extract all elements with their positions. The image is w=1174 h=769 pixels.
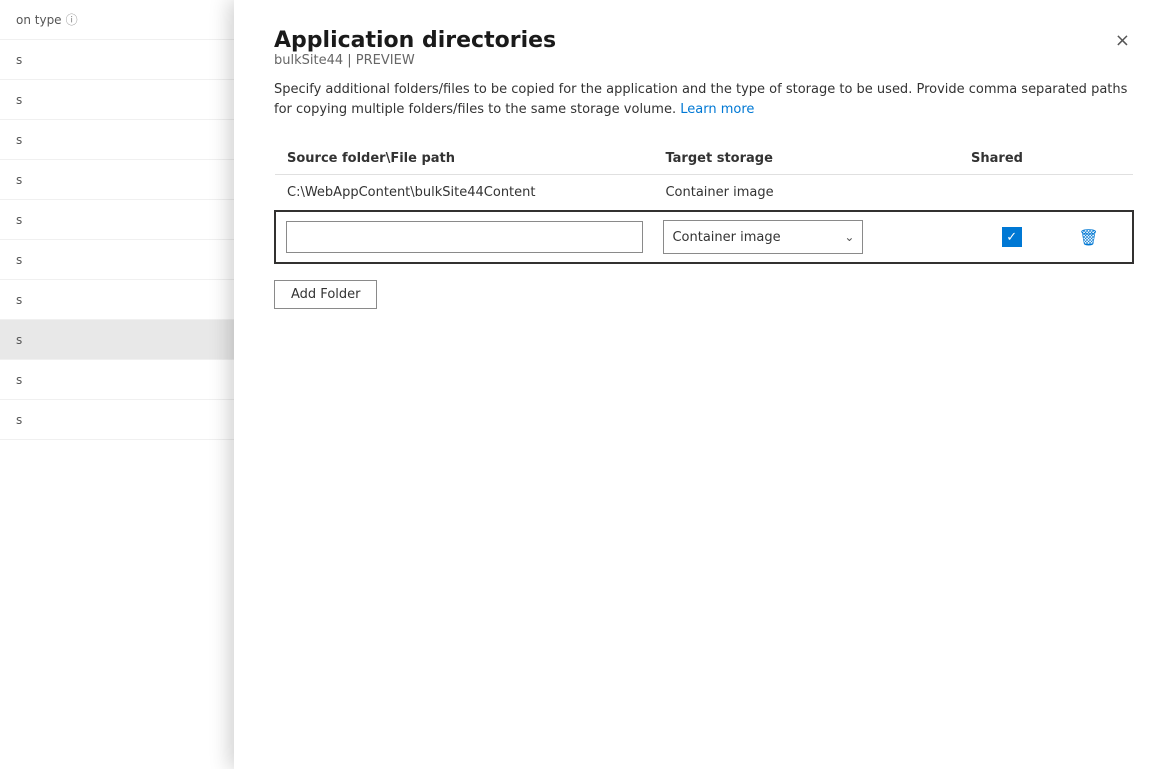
- existing-target-storage: Container image: [653, 175, 959, 212]
- edit-delete-cell: 🗑: [1064, 211, 1133, 263]
- edit-source-cell: [275, 211, 653, 263]
- col-target: Target storage: [653, 143, 959, 175]
- sidebar-item-4[interactable]: s: [0, 160, 234, 200]
- modal-description: Specify additional folders/files to be c…: [274, 80, 1134, 119]
- delete-row-button[interactable]: 🗑: [1074, 224, 1102, 251]
- sidebar-item-8-active[interactable]: s: [0, 320, 234, 360]
- sidebar-item-2[interactable]: s: [0, 80, 234, 120]
- existing-source-path: C:\WebAppContent\bulkSite44Content: [275, 175, 653, 212]
- sidebar: on type ⓘ s s s s s s s s s s: [0, 0, 235, 769]
- edit-shared-cell: [959, 211, 1064, 263]
- target-storage-select[interactable]: Container image Azure Files Azure Blob: [664, 221, 862, 253]
- preview-badge: PREVIEW: [356, 53, 415, 68]
- learn-more-link[interactable]: Learn more: [680, 102, 754, 117]
- source-path-input[interactable]: [286, 221, 643, 253]
- table-header: Source folder\File path Target storage S…: [275, 143, 1133, 175]
- edit-target-cell: Container image Azure Files Azure Blob ⌄: [653, 211, 959, 263]
- col-source: Source folder\File path: [275, 143, 653, 175]
- sidebar-type-label: on type: [16, 13, 62, 27]
- table-header-row: Source folder\File path Target storage S…: [275, 143, 1133, 175]
- col-shared: Shared: [959, 143, 1064, 175]
- add-folder-button[interactable]: Add Folder: [274, 280, 377, 309]
- site-name: bulkSite44: [274, 53, 343, 68]
- modal-panel: Application directories bulkSite44 | PRE…: [234, 0, 1174, 769]
- existing-row-actions: [1064, 175, 1133, 212]
- sidebar-item-7[interactable]: s: [0, 280, 234, 320]
- sidebar-item-3[interactable]: s: [0, 120, 234, 160]
- target-storage-wrapper: Container image Azure Files Azure Blob ⌄: [663, 220, 863, 254]
- modal-header: Application directories bulkSite44 | PRE…: [274, 28, 1134, 74]
- modal-title-group: Application directories bulkSite44 | PRE…: [274, 28, 556, 74]
- shared-checkbox[interactable]: [1002, 227, 1022, 247]
- info-icon: ⓘ: [66, 11, 78, 28]
- sidebar-item-5[interactable]: s: [0, 200, 234, 240]
- close-button[interactable]: ×: [1111, 28, 1134, 54]
- sidebar-item-9[interactable]: s: [0, 360, 234, 400]
- sidebar-item-6[interactable]: s: [0, 240, 234, 280]
- directories-table: Source folder\File path Target storage S…: [274, 143, 1134, 264]
- sidebar-type-header: on type ⓘ: [0, 0, 234, 40]
- sidebar-item-10[interactable]: s: [0, 400, 234, 440]
- table-row: C:\WebAppContent\bulkSite44Content Conta…: [275, 175, 1133, 212]
- col-actions: [1064, 143, 1133, 175]
- modal-title: Application directories: [274, 28, 556, 53]
- table-body: C:\WebAppContent\bulkSite44Content Conta…: [275, 175, 1133, 264]
- sidebar-item-1[interactable]: s: [0, 40, 234, 80]
- edit-row: Container image Azure Files Azure Blob ⌄…: [275, 211, 1133, 263]
- modal-subtitle: bulkSite44 | PREVIEW: [274, 53, 556, 68]
- separator: |: [347, 53, 356, 68]
- existing-shared-value: [959, 175, 1064, 212]
